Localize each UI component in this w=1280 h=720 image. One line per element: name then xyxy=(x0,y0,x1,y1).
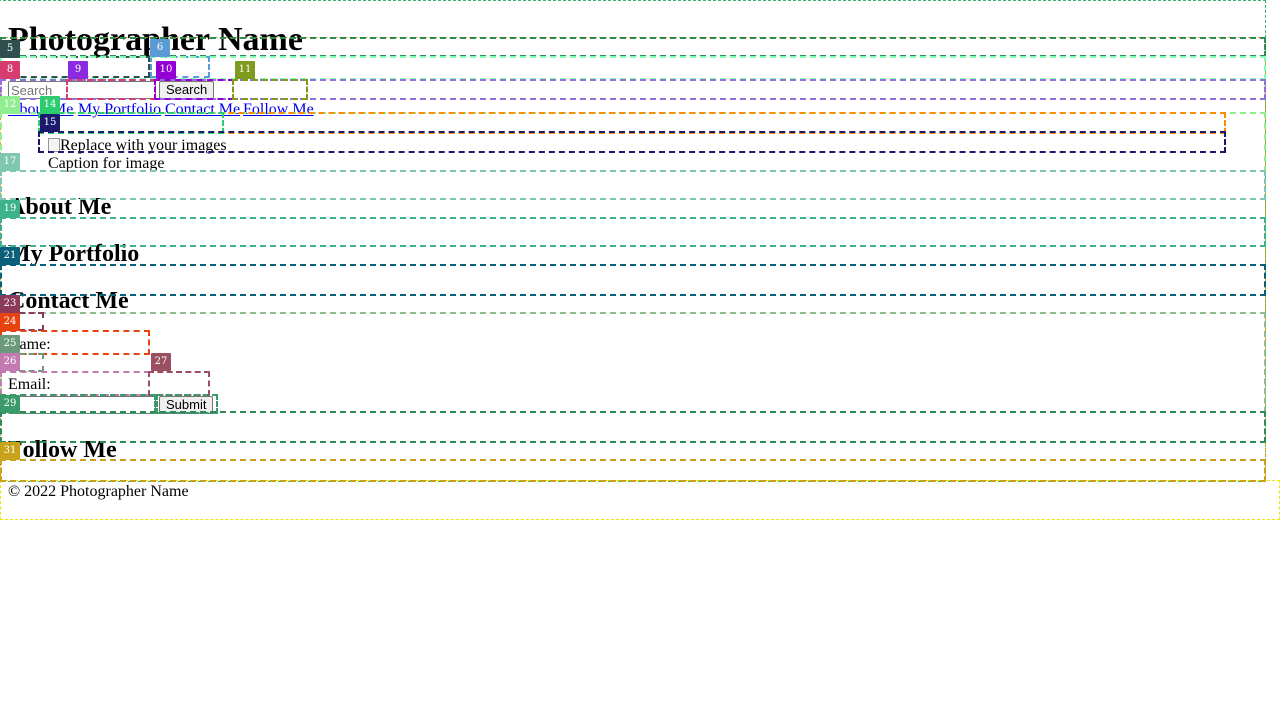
overlay-tag: 6 xyxy=(150,39,170,57)
overlay-tag: 21 xyxy=(0,247,20,265)
follow-heading: Follow Me xyxy=(8,437,117,463)
overlay-tag: 26 xyxy=(0,353,20,371)
search-button[interactable]: Search xyxy=(159,81,215,99)
overlay-box xyxy=(0,217,1266,247)
search-input[interactable] xyxy=(8,81,156,99)
overlay-tag: 15 xyxy=(40,114,60,132)
name-field[interactable] xyxy=(8,356,156,374)
overlay-tag: 10 xyxy=(156,61,176,79)
submit-button[interactable]: Submit xyxy=(159,396,214,414)
email-field[interactable] xyxy=(8,396,156,414)
footer-copyright: © 2022 Photographer Name xyxy=(8,483,189,500)
nav-link-contact[interactable]: Contact Me xyxy=(165,101,240,119)
overlay-box xyxy=(0,264,1266,296)
overlay-tag: 24 xyxy=(0,313,20,331)
overlay-tag: 9 xyxy=(68,61,88,79)
overlay-tag: 31 xyxy=(0,442,20,460)
overlay-tag: 12 xyxy=(0,96,20,114)
overlay-box xyxy=(148,371,210,396)
slide-image-alt: Replace with your images xyxy=(60,137,227,154)
overlay-tag: 27 xyxy=(151,353,171,371)
slide-image: Replace with your images xyxy=(48,137,227,155)
contact-heading: Contact Me xyxy=(8,288,129,314)
overlay-box xyxy=(0,459,1266,482)
overlay-tag: 17 xyxy=(0,153,20,171)
nav-link-follow[interactable]: Follow Me xyxy=(243,101,314,119)
overlay-tag: 11 xyxy=(235,61,255,79)
overlay-tag: 23 xyxy=(0,295,20,313)
overlay-tag: 8 xyxy=(0,61,20,79)
overlay-tag: 19 xyxy=(0,200,20,218)
nav-link-portfolio[interactable]: My Portfolio xyxy=(78,101,161,119)
overlay-box xyxy=(232,79,308,100)
portfolio-heading: My Portfolio xyxy=(8,241,140,267)
email-label: Email: xyxy=(8,376,51,393)
slide-caption: Caption for image xyxy=(48,155,165,172)
broken-image-icon xyxy=(48,138,60,152)
overlay-box xyxy=(0,56,1266,80)
overlay-box xyxy=(0,411,1266,443)
overlay-tag: 14 xyxy=(40,96,60,114)
about-heading: About Me xyxy=(8,194,112,220)
overlay-tag: 5 xyxy=(0,40,20,58)
overlay-box xyxy=(0,480,1280,520)
overlay-tag: 25 xyxy=(0,335,20,353)
overlay-tag: 29 xyxy=(0,395,20,413)
overlay-box xyxy=(0,170,1266,200)
